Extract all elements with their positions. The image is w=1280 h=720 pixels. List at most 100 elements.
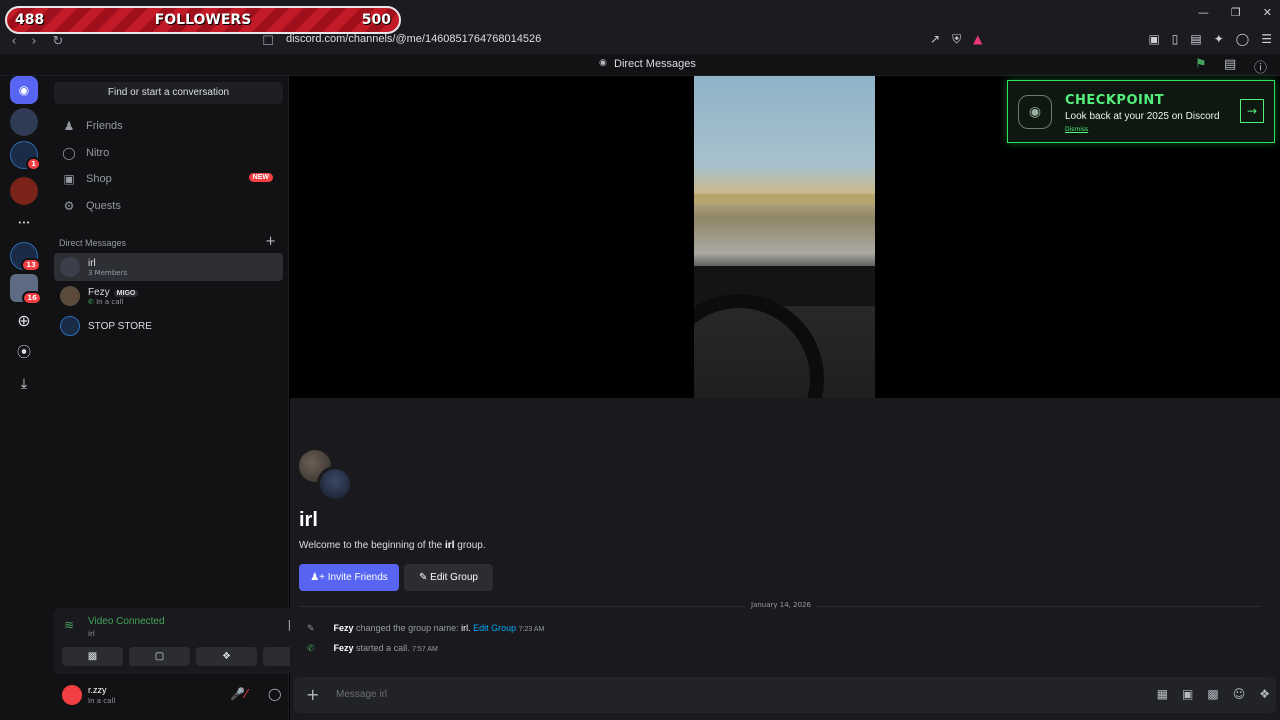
page-title: Direct Messages <box>614 58 696 70</box>
message-time: 7:23 AM <box>518 626 545 633</box>
server-icon-3[interactable] <box>10 177 38 205</box>
sidebar-icon[interactable]: ▯ <box>1172 32 1179 46</box>
message-input[interactable]: Message irl <box>336 689 387 700</box>
edit-group-button[interactable]: ✎ Edit Group <box>404 564 493 591</box>
browser-chrome: 488 FOLLOWERS 500 — ❐ ✕ ‹ › ↻ ☐ discord.… <box>0 0 1280 54</box>
minimize-icon[interactable]: — <box>1198 6 1209 19</box>
mute-icon[interactable]: 🎤⁄ <box>230 687 247 701</box>
system-message: ✎ Fezy changed the group name: irl. Edit… <box>307 623 544 634</box>
dismiss-link[interactable]: Dismiss <box>1065 126 1088 133</box>
sidebar-item-friends[interactable]: ♟ Friends <box>54 114 283 138</box>
message-text: started a call. <box>356 643 410 653</box>
menu-icon[interactable]: ☰ <box>1261 32 1272 46</box>
unread-badge: 13 <box>21 258 41 272</box>
group-title: irl <box>299 509 318 531</box>
apps-icon[interactable]: ❖ <box>1259 687 1270 701</box>
avatar <box>60 286 80 306</box>
scene-steering-wheel <box>694 294 824 398</box>
share-icon[interactable]: ↗ <box>930 32 940 47</box>
message-author[interactable]: Fezy <box>334 643 354 653</box>
wallet-icon[interactable]: ▤ <box>1190 32 1201 46</box>
inbox-icon[interactable]: ▤ <box>1224 57 1236 72</box>
rewards-icon[interactable]: ▲ <box>973 32 982 47</box>
shop-icon: ▣ <box>63 172 75 186</box>
nitro-icon: ◯ <box>62 146 76 160</box>
ai-icon[interactable]: ✦ <box>1214 32 1224 46</box>
avatar <box>60 257 80 277</box>
edit-group-link[interactable]: Edit Group <box>473 623 516 633</box>
video-stream[interactable] <box>694 76 875 398</box>
server-icon-1[interactable] <box>10 108 38 136</box>
activities-button[interactable]: ❖ <box>196 647 257 666</box>
restore-icon[interactable]: ❐ <box>1231 6 1241 19</box>
shield-icon[interactable]: ⛨ <box>952 32 961 47</box>
dm-subtitle: In a call <box>96 297 124 306</box>
discord-logo-icon: ◉ <box>18 83 30 97</box>
voice-channel: irl <box>88 630 95 638</box>
sidebar-item-nitro[interactable]: ◯ Nitro <box>54 141 283 165</box>
add-attachment-icon[interactable]: + <box>306 685 319 704</box>
gif-icon[interactable]: ▣ <box>1182 687 1193 701</box>
server-icon-5[interactable]: 13 <box>10 242 41 272</box>
unread-badge: 16 <box>22 291 42 305</box>
server-icon-4[interactable]: ••• <box>10 209 38 237</box>
help-icon[interactable]: ⓘ <box>1254 57 1267 76</box>
address-bar[interactable]: discord.com/channels/@me/146085176476801… <box>286 33 541 45</box>
forward-icon[interactable]: › <box>24 34 44 49</box>
dm-item-irl[interactable]: irl 3 Members <box>54 253 283 281</box>
home-button[interactable]: ◉ <box>10 76 38 104</box>
sidebar-item-label: Quests <box>86 200 121 212</box>
composer-tools: ▦ ▣ ▩ ☺ ❖ <box>1157 687 1270 701</box>
user-avatar[interactable] <box>62 685 82 705</box>
followers-goal: 500 <box>361 12 391 28</box>
followers-label: FOLLOWERS <box>154 12 252 28</box>
dm-sidebar: Find or start a conversation ♟ Friends ◯… <box>48 76 331 720</box>
sidebar-item-quests[interactable]: ⚙ Quests <box>54 194 283 218</box>
welcome-suffix: group. <box>457 540 486 551</box>
server-icon-6[interactable]: 16 <box>10 274 42 305</box>
sidebar-item-shop[interactable]: ▣ Shop NEW <box>54 167 283 191</box>
edit-label: Edit Group <box>430 572 478 583</box>
dm-item-stop-store[interactable]: STOP STORE <box>54 312 283 340</box>
video-area: ◉ CHECKPOINT Look back at your 2025 on D… <box>290 76 1280 398</box>
browser-toolbar: ▣ ▯ ▤ ✦ ◯ ☰ <box>1148 32 1272 46</box>
dm-name: Fezy <box>88 286 110 298</box>
emoji-icon[interactable]: ☺ <box>1233 687 1246 701</box>
discord-icon: ◉ <box>599 58 607 68</box>
welcome-text: Welcome to the beginning of the irl grou… <box>299 540 486 551</box>
sidebar-item-label: Nitro <box>86 147 110 159</box>
flag-icon[interactable]: ⚑ <box>1195 57 1207 72</box>
invite-label: Invite Friends <box>327 572 388 583</box>
invite-friends-button[interactable]: ♟+ Invite Friends <box>299 564 399 591</box>
dm-item-fezy[interactable]: Fezy MIGO ✆ In a call <box>54 282 283 310</box>
vpn-icon[interactable]: ◯ <box>1236 32 1249 46</box>
reader-icon[interactable]: ▣ <box>1148 32 1159 46</box>
add-server-icon[interactable]: ⊕ <box>10 306 38 334</box>
checkpoint-banner[interactable]: ◉ CHECKPOINT Look back at your 2025 on D… <box>1007 80 1275 143</box>
message-author[interactable]: Fezy <box>334 623 354 633</box>
checkpoint-subtitle: Look back at your 2025 on Discord <box>1065 111 1220 122</box>
server-rail: ◉ 1 ••• 13 16 ⊕ ⦿ ⤓ <box>0 76 48 720</box>
find-conversation-button[interactable]: Find or start a conversation <box>54 82 283 104</box>
followers-count: 488 <box>15 12 45 28</box>
close-icon[interactable]: ✕ <box>1263 6 1272 19</box>
pencil-icon: ✎ <box>419 572 428 583</box>
arrow-right-icon[interactable]: → <box>1240 99 1264 123</box>
create-dm-icon[interactable]: + <box>265 234 276 249</box>
message-composer[interactable]: + Message irl ▦ ▣ ▩ ☺ ❖ <box>294 677 1276 713</box>
discover-icon[interactable]: ⦿ <box>10 338 38 366</box>
unread-badge: 1 <box>26 157 41 171</box>
screen-share-button[interactable]: ▢ <box>129 647 190 666</box>
voice-status: Video Connected <box>88 616 165 627</box>
headphones-icon[interactable]: ◯ <box>268 687 281 701</box>
avatar <box>60 316 80 336</box>
sticker-icon[interactable]: ▩ <box>1207 687 1218 701</box>
gift-icon[interactable]: ▦ <box>1157 687 1168 701</box>
bookmark-icon[interactable]: ☐ <box>258 34 278 49</box>
camera-button[interactable]: ▩ <box>62 647 123 666</box>
reload-icon[interactable]: ↻ <box>48 34 68 49</box>
dm-name: STOP STORE <box>88 320 152 332</box>
download-icon[interactable]: ⤓ <box>10 370 38 398</box>
back-icon[interactable]: ‹ <box>4 34 24 49</box>
server-icon-2[interactable]: 1 <box>10 141 41 171</box>
